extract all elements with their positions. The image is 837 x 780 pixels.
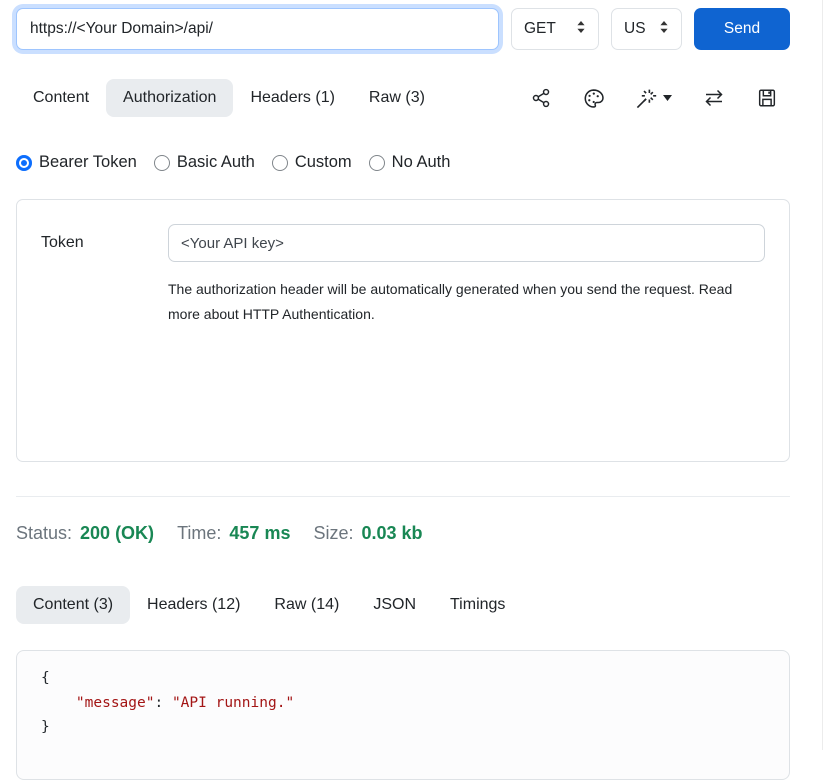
method-select-value: GET <box>524 20 556 38</box>
json-line-close-brace: } <box>41 715 789 740</box>
json-line-message: "message": "API running." <box>41 691 789 716</box>
time-value: 457 ms <box>229 523 290 544</box>
radio-label: Bearer Token <box>39 153 137 172</box>
radio-unselected-icon <box>369 155 385 171</box>
time-label: Time: <box>177 523 221 544</box>
token-label: Token <box>41 224 168 437</box>
token-help-text: The authorization header will be automat… <box>168 277 748 327</box>
palette-icon[interactable] <box>582 87 605 110</box>
size-label: Size: <box>313 523 353 544</box>
radio-selected-icon <box>16 155 32 171</box>
method-select[interactable]: GET <box>511 8 599 50</box>
api-tester-page: GET US Send Content Authorization Header… <box>16 8 790 780</box>
request-toolbar <box>530 87 790 110</box>
resp-tab-timings[interactable]: Timings <box>433 586 522 624</box>
json-separator: : <box>154 695 171 711</box>
response-body-panel: { "message": "API running." } <box>16 650 790 780</box>
radio-bearer-token[interactable]: Bearer Token <box>16 153 137 172</box>
token-input[interactable] <box>168 224 765 262</box>
response-status-bar: Status: 200 (OK) Time: 457 ms Size: 0.03… <box>16 523 790 544</box>
resp-tab-raw[interactable]: Raw (14) <box>257 586 356 624</box>
request-tabs: Content Authorization Headers (1) Raw (3… <box>16 79 790 117</box>
select-arrows-icon <box>576 20 586 39</box>
radio-unselected-icon <box>154 155 170 171</box>
json-key: "message" <box>76 695 155 711</box>
save-icon[interactable] <box>756 87 778 109</box>
response-tabs: Content (3) Headers (12) Raw (14) JSON T… <box>16 586 790 624</box>
url-input[interactable] <box>16 8 499 50</box>
radio-label: No Auth <box>392 153 451 172</box>
swap-arrows-icon[interactable] <box>702 87 726 109</box>
magic-wand-dropdown-icon[interactable] <box>635 87 672 110</box>
radio-custom[interactable]: Custom <box>272 153 352 172</box>
radio-unselected-icon <box>272 155 288 171</box>
tab-raw[interactable]: Raw (3) <box>352 79 442 117</box>
status-label: Status: <box>16 523 72 544</box>
status-value: 200 (OK) <box>80 523 154 544</box>
token-panel-body: The authorization header will be automat… <box>168 224 765 437</box>
json-line-open-brace: { <box>41 666 789 691</box>
tab-authorization[interactable]: Authorization <box>106 79 233 117</box>
radio-no-auth[interactable]: No Auth <box>369 153 451 172</box>
region-select[interactable]: US <box>611 8 682 50</box>
radio-label: Basic Auth <box>177 153 255 172</box>
page-edge-divider <box>822 0 823 750</box>
json-value: "API running." <box>172 695 294 711</box>
resp-tab-json[interactable]: JSON <box>356 586 433 624</box>
select-arrows-icon <box>659 20 669 39</box>
tab-content[interactable]: Content <box>16 79 106 117</box>
size-value: 0.03 kb <box>362 523 423 544</box>
resp-tab-content[interactable]: Content (3) <box>16 586 130 624</box>
resp-tab-headers[interactable]: Headers (12) <box>130 586 257 624</box>
auth-type-options: Bearer Token Basic Auth Custom No Auth <box>16 153 790 172</box>
token-panel: Token The authorization header will be a… <box>16 199 790 462</box>
radio-basic-auth[interactable]: Basic Auth <box>154 153 255 172</box>
region-select-value: US <box>624 20 646 38</box>
share-icon[interactable] <box>530 87 552 109</box>
section-divider <box>16 496 790 497</box>
send-button[interactable]: Send <box>694 8 790 50</box>
tab-headers[interactable]: Headers (1) <box>233 79 351 117</box>
request-bar: GET US Send <box>16 8 790 50</box>
radio-label: Custom <box>295 153 352 172</box>
